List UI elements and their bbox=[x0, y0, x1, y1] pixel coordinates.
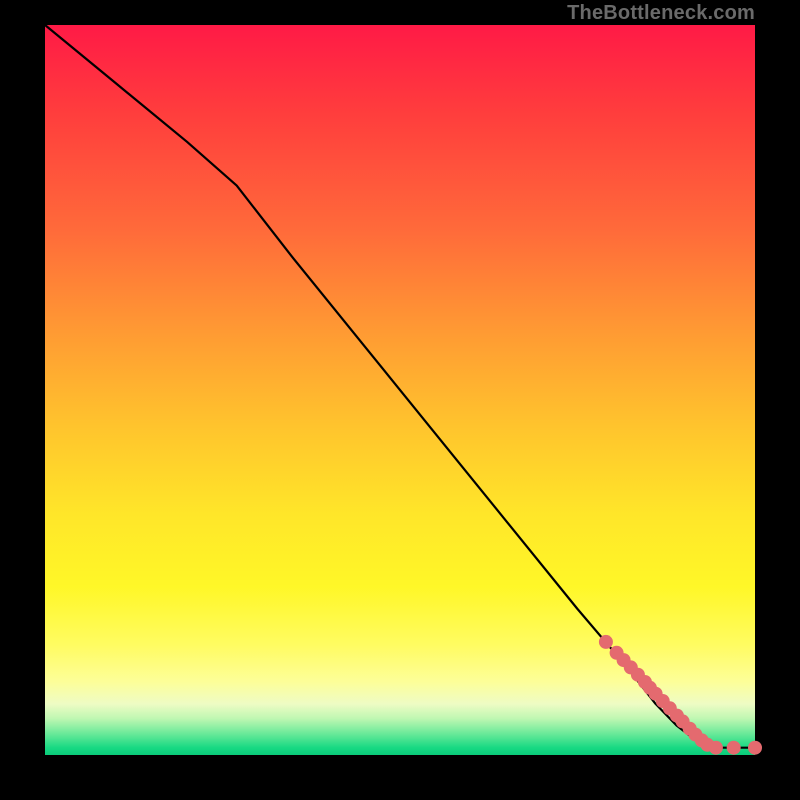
data-points-group bbox=[599, 635, 762, 755]
attribution-label: TheBottleneck.com bbox=[567, 2, 755, 25]
chart-overlay bbox=[45, 25, 755, 755]
chart-frame: TheBottleneck.com bbox=[0, 0, 800, 800]
data-point bbox=[748, 741, 762, 755]
data-point bbox=[727, 741, 741, 755]
data-point bbox=[709, 741, 723, 755]
plot-area bbox=[45, 25, 755, 755]
data-point bbox=[599, 635, 613, 649]
bottleneck-curve bbox=[45, 25, 755, 748]
